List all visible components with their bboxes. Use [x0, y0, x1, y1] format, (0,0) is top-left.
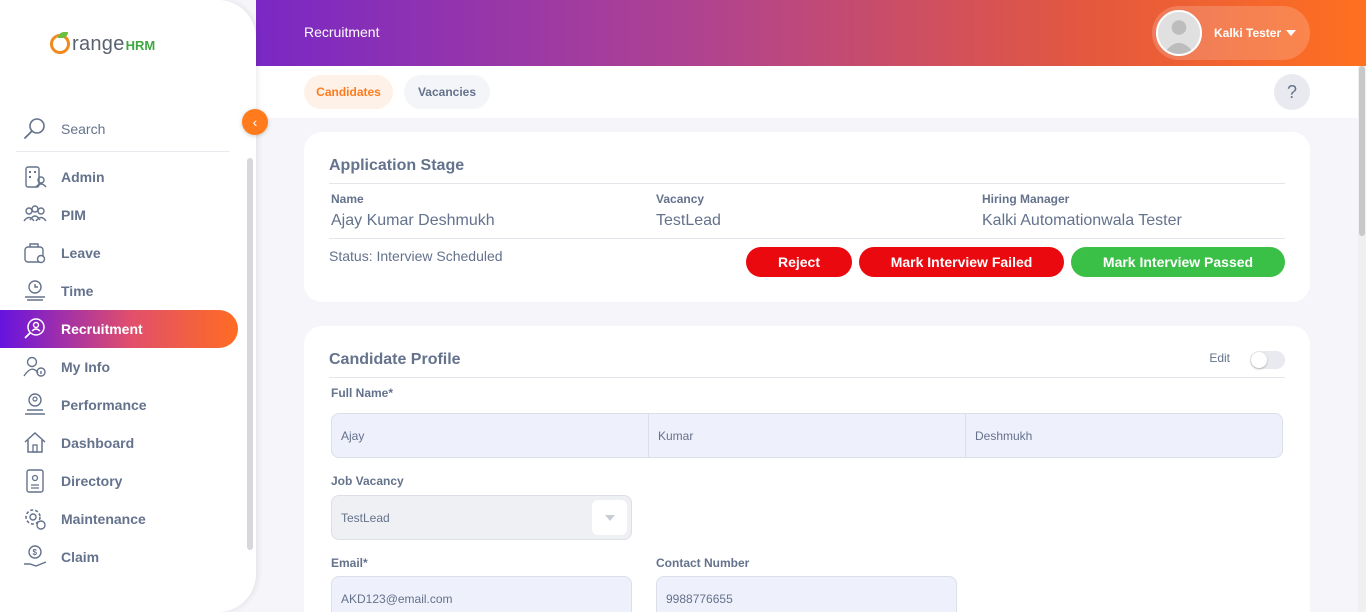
sidebar-search[interactable]: Search — [16, 106, 230, 152]
avatar — [1156, 10, 1202, 56]
sidebar-item-label: Dashboard — [61, 435, 135, 451]
first-name-input[interactable]: Ajay — [332, 414, 649, 457]
sidebar-item-label: PIM — [61, 207, 86, 223]
divider — [329, 377, 1285, 378]
sidebar-item-maintenance[interactable]: Maintenance — [0, 500, 240, 538]
performance-icon — [25, 393, 45, 415]
top-nav: Candidates Vacancies ? — [256, 66, 1358, 118]
job-vacancy-label: Job Vacancy — [331, 474, 404, 488]
page-title: Recruitment — [304, 24, 380, 40]
svg-text:$: $ — [33, 548, 38, 557]
candidate-profile-card: Candidate Profile Edit Full Name* Ajay K… — [304, 326, 1310, 612]
sidebar-item-label: Maintenance — [61, 511, 146, 527]
user-dropdown[interactable]: Kalki Tester — [1152, 6, 1310, 60]
edit-label: Edit — [1209, 351, 1230, 365]
page-scrollbar-thumb[interactable] — [1359, 66, 1365, 236]
sidebar-item-label: Performance — [61, 397, 147, 413]
application-stage-card: Application Stage Name Ajay Kumar Deshmu… — [304, 132, 1310, 302]
full-name-field: Ajay Kumar Deshmukh — [331, 413, 1283, 458]
maintenance-icon — [25, 509, 46, 530]
tab-vacancies[interactable]: Vacancies — [404, 75, 490, 109]
sidebar-item-leave[interactable]: Leave — [0, 234, 240, 272]
sidebar-item-label: Recruitment — [61, 321, 143, 337]
leave-icon — [24, 243, 46, 264]
chevron-down-icon — [604, 514, 615, 521]
search-icon — [24, 117, 45, 139]
help-button[interactable]: ? — [1274, 74, 1310, 110]
edit-toggle[interactable] — [1250, 351, 1285, 369]
page-scrollbar[interactable] — [1358, 66, 1366, 612]
sidebar-item-time[interactable]: Time — [0, 272, 240, 310]
logo-suffix: HRM — [125, 38, 156, 53]
logo-text: range — [72, 33, 125, 55]
main-menu: Admin PIM Leave Time Recruitment My Info… — [0, 158, 240, 576]
sidebar-item-label: Leave — [61, 245, 101, 261]
application-stage-title: Application Stage — [329, 157, 465, 174]
contact-number-label: Contact Number — [656, 556, 750, 570]
recruitment-icon — [24, 318, 45, 339]
tab-candidates[interactable]: Candidates — [304, 75, 393, 109]
dropdown-button[interactable] — [592, 500, 627, 535]
divider — [329, 238, 1285, 239]
name-label: Name — [331, 192, 364, 206]
status-text: Status: Interview Scheduled — [329, 248, 503, 264]
hiring-manager-label: Hiring Manager — [982, 192, 1070, 206]
toggle-knob — [1251, 352, 1267, 368]
job-vacancy-value: TestLead — [341, 510, 390, 525]
job-vacancy-select[interactable]: TestLead — [331, 495, 632, 540]
sidebar-item-pim[interactable]: PIM — [0, 196, 240, 234]
last-name-input[interactable]: Deshmukh — [966, 414, 1282, 457]
user-avatar-icon — [1158, 12, 1200, 54]
user-name: Kalki Tester — [1214, 26, 1282, 40]
sidebar-item-recruitment[interactable]: Recruitment — [0, 310, 238, 348]
mark-interview-failed-button[interactable]: Mark Interview Failed — [859, 247, 1064, 277]
my-info-icon — [23, 356, 46, 377]
hiring-manager-value: Kalki Automationwala Tester — [982, 212, 1182, 229]
sidebar-item-directory[interactable]: Directory — [0, 462, 240, 500]
vacancy-label: Vacancy — [656, 192, 705, 206]
search-label: Search — [61, 120, 106, 137]
contact-number-field[interactable]: 9988776655 — [656, 576, 957, 612]
time-icon — [25, 280, 45, 301]
sidebar-item-my-info[interactable]: My Info — [0, 348, 240, 386]
middle-name-input[interactable]: Kumar — [649, 414, 966, 457]
admin-icon — [25, 166, 47, 188]
claim-icon: $ — [24, 545, 47, 567]
divider — [329, 183, 1285, 184]
vacancy-value: TestLead — [656, 212, 721, 229]
sidebar-item-label: My Info — [61, 359, 110, 375]
email-field[interactable]: AKD123@email.com — [331, 576, 632, 612]
full-name-label: Full Name* — [331, 386, 394, 400]
sidebar-item-claim[interactable]: $ Claim — [0, 538, 240, 576]
caret-down-icon — [1286, 30, 1297, 36]
sidebar-item-label: Admin — [61, 169, 105, 185]
candidate-profile-title: Candidate Profile — [329, 351, 461, 368]
sidebar-collapse-button[interactable]: ‹ — [242, 109, 268, 135]
sidebar-item-label: Claim — [61, 549, 100, 565]
sidebar-item-label: Directory — [61, 473, 123, 489]
sidebar-item-performance[interactable]: Performance — [0, 386, 240, 424]
reject-button[interactable]: Reject — [746, 247, 852, 277]
sidebar: range HRM Search Admin PIM Leave Time Re… — [0, 0, 256, 612]
mark-interview-passed-button[interactable]: Mark Interview Passed — [1071, 247, 1285, 277]
email-label: Email* — [331, 556, 368, 570]
dashboard-icon — [24, 431, 46, 453]
sidebar-item-dashboard[interactable]: Dashboard — [0, 424, 240, 462]
sidebar-item-label: Time — [61, 283, 94, 299]
pim-icon — [23, 205, 47, 222]
directory-icon — [26, 469, 44, 493]
sidebar-scrollbar[interactable] — [247, 158, 253, 550]
sidebar-item-admin[interactable]: Admin — [0, 158, 240, 196]
top-bar: Recruitment Kalki Tester — [256, 0, 1366, 66]
name-value: Ajay Kumar Deshmukh — [331, 212, 495, 229]
chevron-left-icon: ‹ — [252, 114, 258, 130]
